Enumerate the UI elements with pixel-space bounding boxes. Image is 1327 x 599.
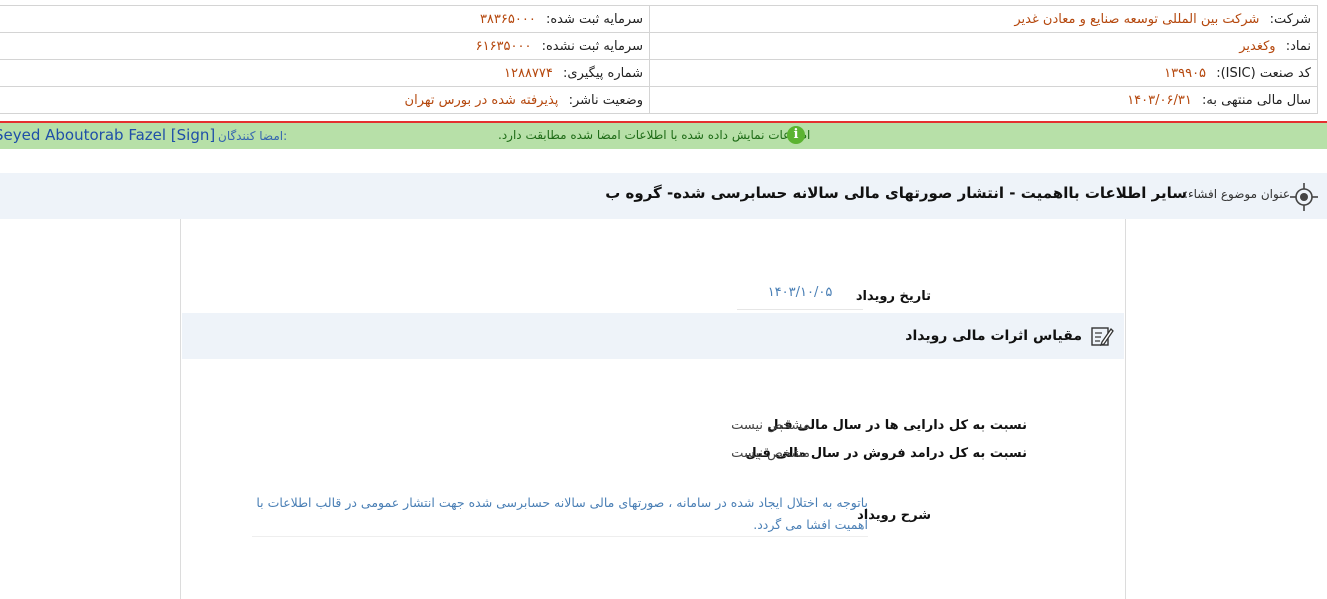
- fiscal-year-label: سال مالی منتهی به:: [1201, 92, 1311, 108]
- isic-value: ۱۳۹۹۰۵: [1164, 65, 1207, 81]
- unregistered-capital-cell: سرمایه ثبت نشده: ۶۱۶۳۵۰۰۰: [0, 32, 650, 60]
- isic-label: کد صنعت (ISIC):: [1216, 65, 1311, 81]
- company-info-table: شرکت: شرکت بین المللی توسعه صنایع و معاد…: [0, 5, 1318, 114]
- event-description-label: شرح رویداد: [857, 508, 931, 523]
- signature-bar: Seyed Aboutorab Fazel [Sign] امضا کنندگا…: [0, 123, 1327, 149]
- signers-value[interactable]: Seyed Aboutorab Fazel [Sign]: [0, 126, 215, 144]
- publisher-status-label: وضعیت ناشر:: [568, 92, 643, 108]
- content-panel: [180, 219, 1126, 599]
- unregistered-capital-value: ۶۱۶۳۵۰۰۰: [475, 38, 532, 54]
- info-row: کد صنعت (ISIC): ۱۳۹۹۰۵ شماره پیگیری: ۱۲۸…: [0, 59, 1318, 87]
- info-row: نماد: وکغدیر سرمایه ثبت نشده: ۶۱۶۳۵۰۰۰: [0, 32, 1318, 60]
- disclosure-subject-label: عنوان موضوع افشاء:: [1183, 187, 1290, 201]
- registered-capital-label: سرمایه ثبت شده:: [545, 11, 643, 27]
- isic-cell: کد صنعت (ISIC): ۱۳۹۹۰۵: [649, 59, 1318, 87]
- signers-label: امضا کنندگان:: [218, 129, 288, 143]
- tracking-label: شماره پیگیری:: [563, 65, 643, 81]
- registered-capital-value: ۳۸۳۶۵۰۰۰: [479, 11, 536, 27]
- fiscal-year-cell: سال مالی منتهی به: ۱۴۰۳/۰۶/۳۱: [649, 86, 1318, 114]
- company-label: شرکت:: [1269, 11, 1311, 27]
- page-title: سایر اطلاعات بااهمیت - انتشار صورتهای ما…: [605, 184, 1187, 202]
- signature-verify-text: اطلاعات نمایش داده شده با اطلاعات امضا ش…: [498, 128, 811, 142]
- symbol-label: نماد:: [1285, 38, 1311, 54]
- event-description-text: باتوجه به اختلال ایجاد شده در سامانه ، ص…: [252, 492, 868, 537]
- info-row: سال مالی منتهی به: ۱۴۰۳/۰۶/۳۱ وضعیت ناشر…: [0, 86, 1318, 114]
- info-circle-icon: i: [787, 126, 805, 144]
- assets-ratio-value: مشخص نیست: [731, 418, 810, 433]
- symbol-cell: نماد: وکغدیر: [649, 32, 1318, 60]
- company-value: شرکت بین المللی توسعه صنایع و معادن غدیر: [1014, 11, 1260, 27]
- company-cell: شرکت: شرکت بین المللی توسعه صنایع و معاد…: [649, 5, 1318, 33]
- financial-effects-heading: مقیاس اثرات مالی رویداد: [905, 328, 1082, 344]
- registered-capital-cell: سرمایه ثبت شده: ۳۸۳۶۵۰۰۰: [0, 5, 650, 33]
- unregistered-capital-label: سرمایه ثبت نشده:: [541, 38, 643, 54]
- disclosure-title-bar: عنوان موضوع افشاء: سایر اطلاعات بااهمیت …: [0, 173, 1327, 219]
- crosshair-icon: [1290, 183, 1318, 211]
- revenue-ratio-value: مشخص نیست: [731, 446, 810, 461]
- symbol-value: وکغدیر: [1239, 38, 1276, 54]
- edit-note-icon: [1091, 327, 1114, 347]
- fiscal-year-value: ۱۴۰۳/۰۶/۳۱: [1127, 92, 1192, 108]
- info-row: شرکت: شرکت بین المللی توسعه صنایع و معاد…: [0, 5, 1318, 33]
- financial-effects-header: مقیاس اثرات مالی رویداد: [182, 313, 1124, 359]
- tracking-value: ۱۲۸۸۷۷۴: [504, 65, 553, 81]
- publisher-status-value: پذیرفته شده در بورس تهران: [404, 92, 559, 108]
- tracking-cell: شماره پیگیری: ۱۲۸۸۷۷۴: [0, 59, 650, 87]
- event-date-label: تاریخ رویداد: [855, 289, 931, 304]
- publisher-status-cell: وضعیت ناشر: پذیرفته شده در بورس تهران: [0, 86, 650, 114]
- event-date-value: ۱۴۰۳/۱۰/۰۵: [737, 285, 863, 310]
